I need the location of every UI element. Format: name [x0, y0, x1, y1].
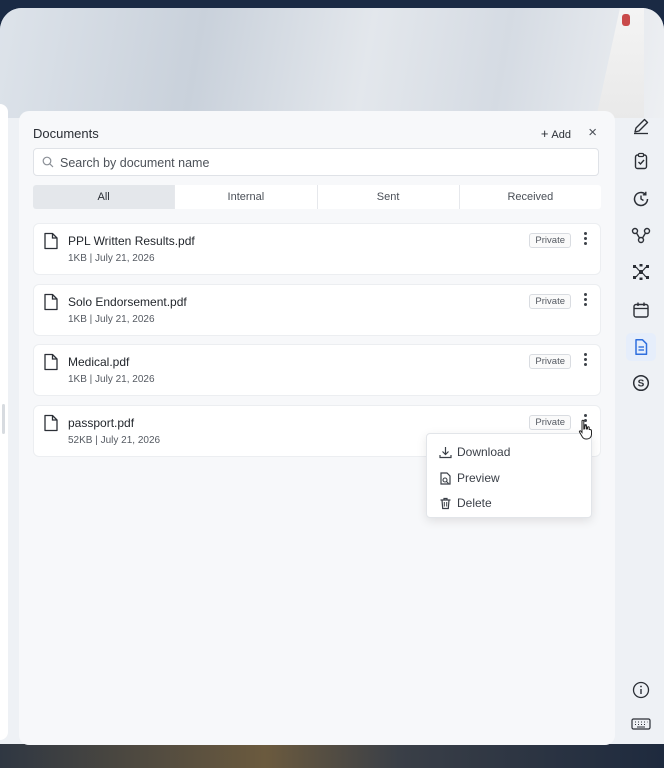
- document-item[interactable]: Solo Endorsement.pdf 1KB | July 21, 2026…: [33, 284, 601, 336]
- route-icon: [631, 227, 651, 244]
- menu-item-label: Delete: [457, 496, 492, 510]
- rail-network-button[interactable]: [626, 258, 656, 286]
- file-icon: [44, 232, 58, 250]
- wing-graphic: [596, 8, 644, 118]
- menu-item-delete[interactable]: Delete: [439, 493, 492, 513]
- menu-item-preview[interactable]: Preview: [439, 468, 500, 488]
- tab-internal[interactable]: Internal: [174, 185, 316, 209]
- rail-history-button[interactable]: [626, 185, 656, 213]
- dollar-icon: S: [632, 374, 650, 392]
- rail-info-button[interactable]: [626, 676, 656, 704]
- tab-all[interactable]: All: [33, 185, 175, 209]
- calendar-icon: [633, 302, 649, 318]
- document-name: passport.pdf: [68, 416, 135, 430]
- menu-item-label: Preview: [457, 471, 500, 485]
- document-name: Medical.pdf: [68, 355, 130, 369]
- document-meta: 1KB | July 21, 2026: [68, 374, 155, 385]
- left-panel-edge: [0, 104, 8, 740]
- rail-documents-button[interactable]: [626, 333, 656, 361]
- more-options-icon[interactable]: [580, 231, 590, 247]
- document-name: PPL Written Results.pdf: [68, 234, 195, 248]
- search-box: [33, 148, 599, 177]
- background-strip: [0, 744, 664, 768]
- keyboard-icon: [631, 718, 651, 730]
- more-options-icon[interactable]: [580, 352, 590, 368]
- rail-route-button[interactable]: [626, 221, 656, 249]
- document-meta: 1KB | July 21, 2026: [68, 253, 155, 264]
- panel-header: Documents + Add ×: [33, 124, 601, 146]
- rail-pen-button[interactable]: [626, 112, 656, 140]
- file-icon: [44, 293, 58, 311]
- search-icon: [42, 156, 54, 168]
- plus-icon: +: [540, 126, 549, 141]
- beacon-light: [622, 14, 630, 26]
- add-document-button[interactable]: + Add: [541, 126, 571, 141]
- file-icon: [44, 353, 58, 371]
- privacy-badge: Private: [529, 233, 571, 248]
- rail-billing-button[interactable]: S: [626, 369, 656, 397]
- file-icon: [44, 414, 58, 432]
- more-options-icon[interactable]: [580, 292, 590, 308]
- menu-item-download[interactable]: Download: [439, 442, 510, 462]
- aircraft-background: [0, 8, 664, 118]
- document-icon: [635, 339, 648, 355]
- search-input[interactable]: [58, 149, 592, 177]
- documents-panel: Documents +Add × All Internal Sent Recei…: [19, 111, 615, 745]
- panel-title: Documents: [33, 126, 99, 141]
- filter-tabs: All Internal Sent Received: [33, 185, 601, 209]
- pen-icon: [634, 118, 649, 135]
- close-panel-button[interactable]: ×: [588, 124, 597, 141]
- resize-handle[interactable]: [2, 404, 5, 434]
- privacy-badge: Private: [529, 415, 571, 430]
- privacy-badge: Private: [529, 294, 571, 309]
- document-meta: 1KB | July 21, 2026: [68, 314, 155, 325]
- clipboard-check-icon: [634, 152, 648, 170]
- rail-keyboard-button[interactable]: [626, 710, 656, 738]
- document-name: Solo Endorsement.pdf: [68, 295, 187, 309]
- download-icon: [439, 446, 452, 458]
- privacy-badge: Private: [529, 354, 571, 369]
- rail-checklist-button[interactable]: [626, 147, 656, 175]
- trash-icon: [440, 497, 451, 509]
- document-context-menu: Download Preview Delete: [426, 433, 592, 518]
- hand-cursor-icon: [578, 419, 592, 440]
- preview-icon: [440, 471, 451, 485]
- rail-calendar-button[interactable]: [626, 296, 656, 324]
- document-item[interactable]: PPL Written Results.pdf 1KB | July 21, 2…: [33, 223, 601, 275]
- info-icon: [632, 681, 650, 699]
- tab-received[interactable]: Received: [458, 185, 601, 209]
- svg-text:S: S: [638, 379, 645, 390]
- document-meta: 52KB | July 21, 2026: [68, 435, 161, 446]
- tab-sent[interactable]: Sent: [316, 185, 459, 209]
- menu-item-label: Download: [457, 445, 511, 459]
- add-label: Add: [551, 129, 571, 141]
- history-icon: [633, 191, 649, 207]
- network-icon: [633, 264, 649, 280]
- document-item[interactable]: Medical.pdf 1KB | July 21, 2026 Private: [33, 344, 601, 396]
